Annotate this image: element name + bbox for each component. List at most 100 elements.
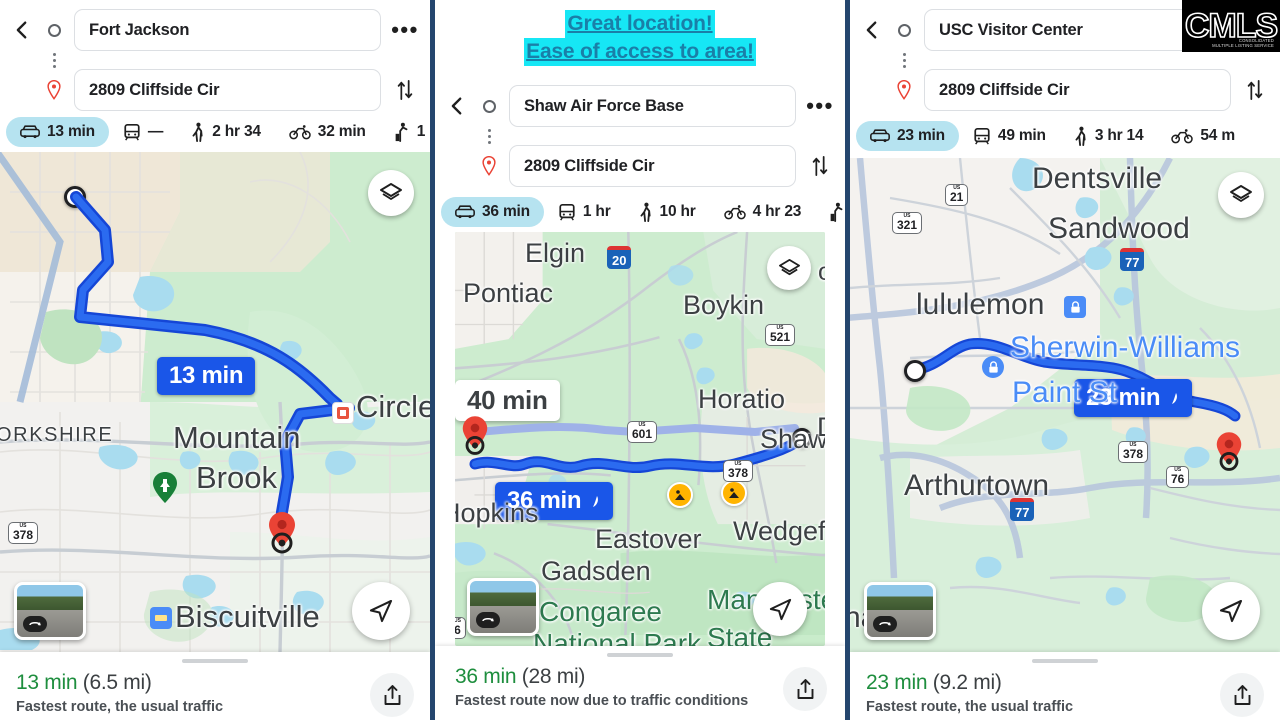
destination-marker: [265, 510, 295, 554]
origin-input[interactable]: Fort Jackson: [74, 9, 381, 51]
share-icon[interactable]: [783, 667, 827, 711]
route-duration-badge[interactable]: 13 min: [157, 357, 256, 395]
route-shield-label: 76: [1171, 472, 1185, 486]
mode-chip-driving[interactable]: 13 min: [6, 117, 109, 147]
mode-chip-driving[interactable]: 23 min: [856, 121, 959, 151]
mode-chip-cycling[interactable]: 4 hr 23: [710, 197, 816, 227]
back-chevron-icon[interactable]: [860, 19, 884, 41]
destination-row: 2809 Cliffside Cir: [10, 66, 420, 114]
annotation-line-1: Great location!: [565, 10, 715, 38]
summary-duration: 36 min: [455, 665, 517, 688]
route-map[interactable]: 13 min ORKSHIRE Mountain Brook Circle Bi…: [0, 152, 430, 652]
mode-chip-label: 32 min: [317, 123, 366, 140]
map-layers-icon[interactable]: [1218, 172, 1264, 218]
interstate-shield-label: 20: [612, 253, 627, 268]
route-shield: US 378: [8, 522, 39, 545]
summary-distance: (6.5 mi): [82, 671, 152, 694]
search-header: Shaw Air Force Base ••• 2809 Cliffside C…: [435, 76, 845, 187]
traffic-incident-icon[interactable]: [721, 480, 747, 506]
more-options-icon[interactable]: •••: [805, 95, 835, 117]
route-duration-label: 23 min: [1086, 384, 1161, 411]
map-layers-icon[interactable]: [767, 246, 811, 290]
streetview-icon[interactable]: [467, 578, 539, 636]
mode-chip-cycling[interactable]: 54 m: [1157, 121, 1249, 151]
route-shield: US 76: [1166, 466, 1190, 489]
park-poi-icon[interactable]: [152, 472, 178, 504]
mode-chip-label: 4 hr 23: [752, 203, 802, 220]
route-shield: US 321: [892, 212, 923, 235]
summary-note: Fastest route, the usual traffic: [16, 699, 224, 715]
mode-chip-label: 36 min: [482, 203, 530, 220]
interstate-shield-label: 77: [1015, 505, 1030, 520]
summary-duration: 23 min: [866, 671, 928, 694]
travel-mode-chips: 36 min 1 hr 10 hr 4 hr 23 -: [435, 192, 845, 232]
mode-chip-walking[interactable]: 3 hr 14: [1060, 121, 1158, 151]
route-shield-label: 21: [950, 190, 964, 204]
destination-input[interactable]: 2809 Cliffside Cir: [509, 145, 796, 187]
streetview-icon[interactable]: [864, 582, 936, 640]
mode-chip-rideshare[interactable]: 1: [380, 117, 430, 147]
back-chevron-icon[interactable]: [10, 19, 34, 41]
store-poi-icon[interactable]: [1064, 296, 1086, 318]
streetview-icon[interactable]: [14, 582, 86, 640]
route-shield-label: 378: [13, 528, 34, 542]
swap-endpoints-icon[interactable]: [1240, 79, 1270, 101]
connector-dots-icon: [902, 49, 906, 71]
route-duration-label: 36 min: [507, 487, 582, 514]
store-poi-icon[interactable]: [982, 356, 1004, 378]
destination-input[interactable]: 2809 Cliffside Cir: [924, 69, 1231, 111]
mode-chip-transit[interactable]: 49 min: [959, 121, 1060, 151]
route-shield-label: 378: [1123, 447, 1144, 461]
mode-chip-walking[interactable]: 2 hr 34: [177, 117, 275, 147]
origin-marker: [904, 360, 926, 382]
origin-circle-icon: [478, 99, 500, 113]
origin-input[interactable]: Shaw Air Force Base: [509, 85, 796, 127]
route-duration-badge[interactable]: 23 min: [1074, 379, 1193, 417]
route-panel-usc-visitor-center: CMLS CONSOLIDATED MULTIPLE LISTING SERVIC…: [850, 0, 1280, 720]
mode-chip-rideshare[interactable]: -: [815, 197, 845, 227]
summary-distance: (9.2 mi): [932, 671, 1002, 694]
mode-chip-transit[interactable]: —: [109, 117, 177, 147]
mode-chip-transit[interactable]: 1 hr: [544, 197, 625, 227]
route-duration-badge[interactable]: 36 min: [495, 482, 614, 520]
swap-endpoints-icon[interactable]: [390, 79, 420, 101]
route-shield: US 378: [1118, 441, 1149, 464]
route-shield-label: 521: [770, 330, 791, 344]
route-duration-label: 13 min: [169, 362, 244, 389]
share-icon[interactable]: [370, 673, 414, 717]
back-chevron-icon[interactable]: [445, 95, 469, 117]
navigate-icon[interactable]: [753, 582, 807, 636]
navigate-icon[interactable]: [352, 582, 410, 640]
interstate-shield: 77: [1120, 248, 1145, 271]
route-shield-label: 6: [455, 623, 461, 637]
search-header: Fort Jackson ••• 2809 Cliffside Cir: [0, 0, 430, 112]
origin-row: Shaw Air Force Base •••: [445, 82, 835, 130]
traffic-incident-icon[interactable]: [667, 482, 693, 508]
summary-note: Fastest route, the usual traffic: [866, 699, 1074, 715]
more-options-icon[interactable]: •••: [390, 19, 420, 41]
restaurant-poi-icon[interactable]: [150, 607, 172, 629]
share-icon[interactable]: [1220, 673, 1264, 717]
connector-dots-icon: [52, 49, 56, 71]
mode-chip-cycling[interactable]: 32 min: [275, 117, 380, 147]
navigate-icon[interactable]: [1202, 582, 1260, 640]
route-shield-label: 378: [728, 466, 749, 480]
route-map[interactable]: 40 min 36 min 20 US521 US601 US378 US6 E…: [455, 232, 825, 646]
destination-input[interactable]: 2809 Cliffside Cir: [74, 69, 381, 111]
mode-chip-label: 49 min: [997, 127, 1046, 144]
mode-chip-label: 2 hr 34: [212, 123, 261, 140]
map-pin-icon: [43, 80, 65, 100]
destination-marker: [1213, 430, 1243, 471]
map-pin-icon: [478, 156, 500, 176]
poi-shop-icon[interactable]: [332, 402, 354, 424]
route-map[interactable]: 23 min 77 77 US 21 US 321 US 378 US 76 Dents…: [850, 158, 1280, 652]
travel-mode-chips: 23 min 49 min 3 hr 14 54 m: [850, 116, 1280, 156]
mode-chip-walking[interactable]: 10 hr: [625, 197, 710, 227]
mode-chip-label: 13 min: [47, 123, 95, 140]
mode-chip-driving[interactable]: 36 min: [441, 197, 544, 227]
route-summary-sheet: 23 min (9.2 mi) Fastest route, the usual…: [850, 652, 1280, 720]
map-layers-icon[interactable]: [368, 170, 414, 216]
summary-duration: 13 min: [16, 671, 78, 694]
mode-chip-label: 23 min: [897, 127, 945, 144]
swap-endpoints-icon[interactable]: [805, 155, 835, 177]
